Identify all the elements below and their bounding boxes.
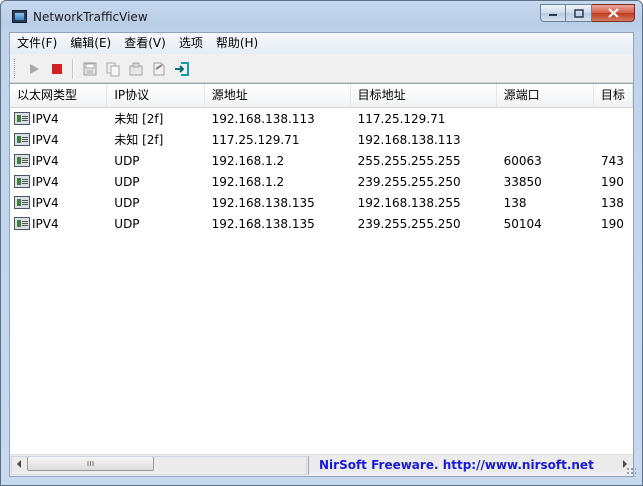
status-panel-left [11, 456, 307, 475]
menu-view[interactable]: 查看(V) [117, 33, 172, 54]
cell-source-port: 60063 [503, 153, 542, 168]
traffic-list[interactable]: 以太网类型 IP协议 源地址 目标地址 源端口 目标 IPV4 未知 [2f] … [10, 83, 633, 454]
cell-source-address: 192.168.1.2 [211, 174, 285, 189]
cell-text: IPV4 [32, 153, 59, 168]
copy-button[interactable] [101, 58, 124, 80]
table-row[interactable]: IPV4 UDP 192.168.138.135 192.168.138.255… [10, 192, 633, 213]
maximize-icon [573, 8, 584, 18]
column-source-address[interactable]: 源地址 [205, 84, 351, 107]
resize-grip[interactable] [626, 467, 636, 477]
cell-source-port: 33850 [503, 174, 542, 189]
network-adapter-icon [14, 175, 30, 188]
cell-ip-protocol: 未知 [2f] [114, 133, 164, 147]
properties-button[interactable] [124, 58, 147, 80]
cell-ethernet-type: IPV4 [10, 196, 107, 210]
cell-destination-port: 190 [600, 174, 624, 189]
start-capture-button[interactable] [22, 58, 45, 80]
network-adapter-icon [14, 154, 30, 167]
app-window: NetworkTrafficView 文件(F) 编辑(E) 查看(V) 选项 … [0, 0, 643, 486]
maximize-button[interactable] [566, 4, 592, 22]
cell-text: IPV4 [32, 111, 59, 126]
cell-destination-address: 192.168.138.255 [357, 195, 461, 210]
cell-ethernet-type: IPV4 [10, 133, 107, 147]
cell-ethernet-type: IPV4 [10, 112, 107, 126]
column-source-port[interactable]: 源端口 [497, 84, 594, 107]
title-bar[interactable]: NetworkTrafficView [1, 1, 642, 32]
status-divider [308, 456, 309, 475]
network-adapter-icon [14, 196, 30, 209]
report-icon [153, 62, 164, 75]
cell-source-address: 192.168.138.135 [211, 195, 315, 210]
network-adapter-icon [14, 217, 30, 230]
list-header: 以太网类型 IP协议 源地址 目标地址 源端口 目标 [10, 84, 633, 108]
cell-ip-protocol: UDP [114, 195, 140, 210]
nirsoft-link[interactable]: NirSoft Freeware. http://www.nirsoft.net [319, 458, 594, 472]
column-ethernet-type[interactable]: 以太网类型 [10, 84, 108, 107]
close-button[interactable] [592, 4, 635, 22]
cell-destination-address: 239.255.255.250 [357, 216, 461, 231]
cell-destination-address: 239.255.255.250 [357, 174, 461, 189]
toolbar [10, 55, 633, 83]
cell-destination-address: 255.255.255.255 [357, 153, 461, 168]
cell-ethernet-type: IPV4 [10, 217, 107, 231]
cell-destination-port: 190 [600, 216, 624, 231]
cell-ip-protocol: 未知 [2f] [114, 112, 164, 126]
app-icon [12, 10, 27, 23]
cell-text: IPV4 [32, 195, 59, 210]
close-icon [607, 8, 619, 18]
column-ip-protocol[interactable]: IP协议 [107, 84, 205, 107]
window-controls [540, 4, 635, 24]
html-report-button[interactable] [147, 58, 170, 80]
menu-file[interactable]: 文件(F) [10, 33, 63, 54]
cell-destination-port: 743 [600, 153, 624, 168]
column-destination-address[interactable]: 目标地址 [351, 84, 497, 107]
cell-ethernet-type: IPV4 [10, 154, 107, 168]
table-row[interactable]: IPV4 UDP 192.168.138.135 239.255.255.250… [10, 213, 633, 234]
exit-button[interactable] [170, 58, 193, 80]
play-icon [29, 63, 39, 74]
stop-capture-button[interactable] [45, 58, 68, 80]
table-row[interactable]: IPV4 UDP 192.168.1.2 255.255.255.255 600… [10, 150, 633, 171]
menu-bar: 文件(F) 编辑(E) 查看(V) 选项 帮助(H) [10, 33, 633, 54]
network-adapter-icon [14, 112, 30, 125]
cell-ip-protocol: UDP [114, 216, 140, 231]
table-row[interactable]: IPV4 未知 [2f] 117.25.129.71 192.168.138.1… [10, 129, 633, 150]
cell-ethernet-type: IPV4 [10, 175, 107, 189]
window-title: NetworkTrafficView [33, 10, 148, 24]
cell-source-address: 192.168.138.113 [211, 111, 315, 126]
save-icon [83, 62, 96, 75]
copy-icon [106, 62, 119, 76]
cell-text: IPV4 [32, 216, 59, 231]
cell-text: IPV4 [32, 132, 59, 147]
column-destination-port[interactable]: 目标 [594, 84, 633, 107]
toolbar-separator [72, 58, 74, 79]
menu-edit[interactable]: 编辑(E) [63, 33, 117, 54]
cell-source-port: 138 [503, 195, 527, 210]
cell-destination-port: 138 [600, 195, 624, 210]
table-row[interactable]: IPV4 未知 [2f] 192.168.138.113 117.25.129.… [10, 108, 633, 129]
client-area: 文件(F) 编辑(E) 查看(V) 选项 帮助(H) 以太网类型 IP协议 源地… [9, 32, 634, 477]
list-body: IPV4 未知 [2f] 192.168.138.113 117.25.129.… [10, 108, 633, 234]
minimize-icon [549, 14, 557, 16]
exit-icon [174, 61, 189, 76]
cell-source-address: 117.25.129.71 [211, 132, 300, 147]
cell-source-port: 50104 [503, 216, 542, 231]
cell-source-address: 192.168.138.135 [211, 216, 315, 231]
properties-icon [129, 62, 142, 75]
menu-help[interactable]: 帮助(H) [209, 33, 264, 54]
cell-destination-address: 117.25.129.71 [357, 111, 446, 126]
cell-source-address: 192.168.1.2 [211, 153, 285, 168]
cell-ip-protocol: UDP [114, 153, 140, 168]
stop-icon [51, 63, 62, 74]
minimize-button[interactable] [540, 4, 566, 22]
menu-options[interactable]: 选项 [172, 33, 209, 54]
toolbar-grip [14, 59, 18, 78]
cell-text: IPV4 [32, 174, 59, 189]
cell-destination-address: 192.168.138.113 [357, 132, 461, 147]
table-row[interactable]: IPV4 UDP 192.168.1.2 239.255.255.250 338… [10, 171, 633, 192]
save-button[interactable] [78, 58, 101, 80]
cell-ip-protocol: UDP [114, 174, 140, 189]
network-adapter-icon [14, 133, 30, 146]
